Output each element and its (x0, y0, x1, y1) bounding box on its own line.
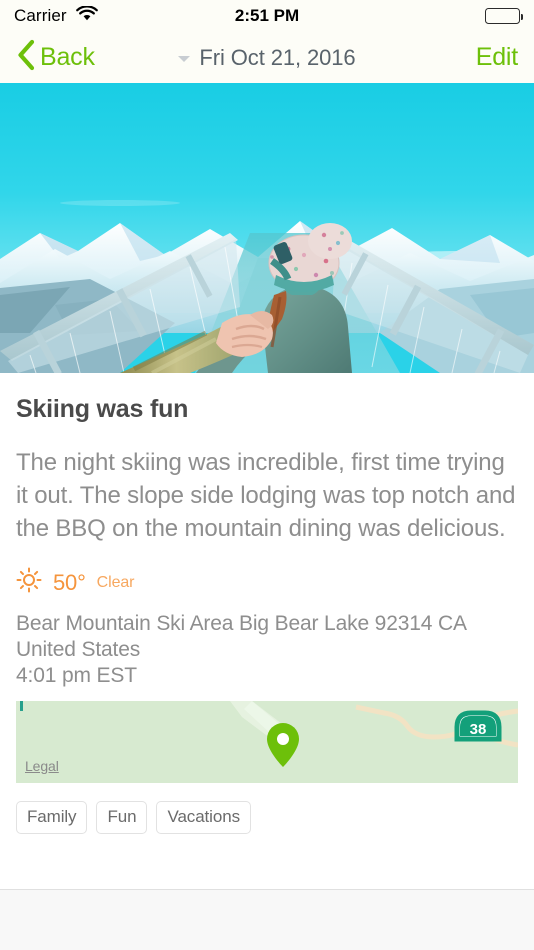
caret-down-icon (178, 56, 191, 62)
tag-chip[interactable]: Family (16, 801, 88, 834)
wifi-icon (75, 4, 98, 27)
location-block: Bear Mountain Ski Area Big Bear Lake 923… (16, 611, 518, 689)
status-bar-right (267, 8, 523, 24)
status-bar-left: Carrier (14, 4, 267, 27)
weather-row: 50° Clear (16, 567, 518, 598)
back-button[interactable]: Back (16, 39, 95, 76)
status-bar: Carrier 2:51 PM (0, 0, 534, 32)
weather-temperature: 50° (53, 569, 86, 595)
map-legal-link[interactable]: Legal (25, 758, 59, 774)
location-address: Bear Mountain Ski Area Big Bear Lake 923… (16, 612, 466, 661)
location-time: 4:01 pm EST (16, 664, 137, 687)
entry-title: Skiing was fun (16, 395, 189, 423)
sun-clear-icon (16, 567, 42, 598)
entry-photo[interactable] (0, 83, 534, 373)
entry-body-text: The night skiing was incredible, first t… (16, 449, 516, 542)
battery-cap (520, 13, 523, 20)
edit-button[interactable]: Edit (476, 43, 518, 72)
location-map[interactable]: 38 38 Legal (16, 701, 518, 783)
chevron-left-icon (16, 39, 36, 76)
page-title: Fri Oct 21, 2016 (199, 44, 356, 70)
bottom-toolbar[interactable] (0, 890, 534, 950)
entry-content: Skiing was fun The night skiing was incr… (0, 395, 534, 689)
tags-row: Family Fun Vacations (0, 801, 534, 834)
battery-full-icon (485, 8, 523, 24)
carrier-label: Carrier (14, 6, 67, 25)
back-button-label: Back (40, 43, 95, 71)
tag-chip[interactable]: Fun (96, 801, 148, 834)
weather-condition: Clear (96, 573, 135, 591)
svg-text:38: 38 (470, 721, 487, 738)
app-screen: Carrier 2:51 PM Back Fri Oct 21, 2016 Ed… (0, 0, 534, 950)
navigation-bar: Back Fri Oct 21, 2016 Edit (0, 32, 534, 83)
tag-chip[interactable]: Vacations (156, 801, 251, 834)
